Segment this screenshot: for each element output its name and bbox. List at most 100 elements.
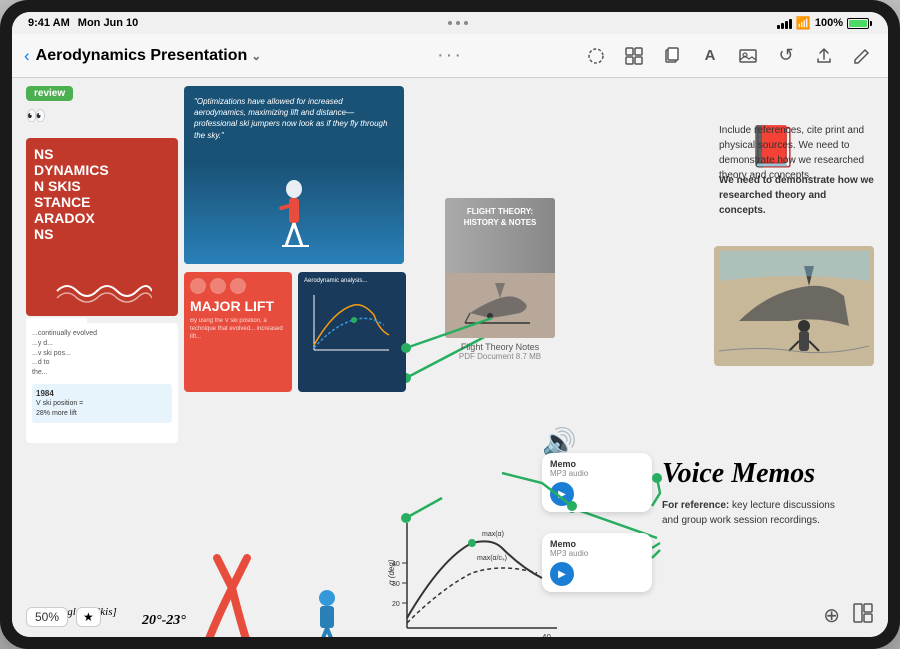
pdf-element[interactable]: FLIGHT THEORY: HISTORY & NOTES Flight bbox=[440, 198, 560, 361]
title-text: Aerodynamics Presentation bbox=[36, 47, 248, 65]
slide-n-skis: N SKIS bbox=[34, 178, 170, 194]
blue-figure-svg bbox=[297, 588, 357, 637]
slide-lower-left[interactable]: ...continually evolved...y d......v ski … bbox=[26, 323, 178, 443]
graph-description: Aerodynamic analysis... bbox=[304, 278, 400, 286]
red-bottom-content: MAJOR LIFT By using the V ski position, … bbox=[184, 272, 292, 347]
panels-icon[interactable] bbox=[852, 602, 874, 629]
skier-image bbox=[184, 164, 404, 264]
glider-image bbox=[714, 246, 874, 366]
canvas[interactable]: review 👀 NS DYNAMICS N SKIS STANCE ARADO… bbox=[12, 78, 888, 637]
lasso-icon[interactable] bbox=[582, 42, 610, 70]
slide-red-bottom[interactable]: MAJOR LIFT By using the V ski position, … bbox=[184, 272, 292, 392]
review-tag: review bbox=[26, 86, 73, 101]
blue-quote: "Optimizations have allowed for increase… bbox=[184, 86, 404, 151]
image-icon[interactable] bbox=[734, 42, 762, 70]
svg-text:20: 20 bbox=[392, 601, 400, 608]
plane-svg bbox=[460, 278, 540, 333]
bottom-toolbar: 50% ★ bbox=[26, 607, 101, 627]
toolbar: ‹ Aerodynamics Presentation ⌄ ··· bbox=[12, 34, 888, 78]
memo-item-1[interactable]: Memo MP3 audio ▶ bbox=[542, 453, 652, 512]
main-graph-svg: α (deg) 40 max(α) max(α/cₛ) 20 30 bbox=[382, 518, 562, 637]
pdf-title: FLIGHT THEORY: HISTORY & NOTES bbox=[445, 198, 555, 236]
svg-text:30: 30 bbox=[392, 581, 400, 588]
toolbar-right: A ↺ bbox=[464, 42, 876, 70]
back-button[interactable]: ‹ bbox=[24, 46, 30, 66]
graph-area: α (deg) 40 max(α) max(α/cₛ) 20 30 bbox=[382, 518, 562, 637]
slide-blue-bottom[interactable]: Aerodynamic analysis... bbox=[298, 272, 406, 392]
memo1-type: MP3 audio bbox=[550, 469, 644, 478]
toolbar-dots[interactable]: ··· bbox=[436, 42, 464, 70]
slide-blue-bottom-content: Aerodynamic analysis... bbox=[298, 272, 406, 371]
angle-value: 20°-23° bbox=[142, 613, 186, 629]
battery-fill bbox=[849, 20, 867, 27]
pdf-filename: Flight Theory Notes bbox=[461, 342, 539, 352]
battery-tip bbox=[870, 21, 872, 26]
annotation-bold-part: We need to demonstrate how we researched… bbox=[719, 173, 874, 218]
battery-body bbox=[847, 18, 869, 29]
memo1-label: Memo bbox=[550, 459, 644, 469]
slide-red-text: NS bbox=[34, 146, 170, 162]
memo1-play-button[interactable]: ▶ bbox=[550, 482, 574, 506]
graph-svg bbox=[304, 290, 394, 360]
wifi-icon: 📶 bbox=[796, 16, 811, 30]
svg-text:max(α/cₛ): max(α/cₛ) bbox=[477, 555, 507, 562]
dot2 bbox=[456, 21, 460, 25]
battery-percent: 100% bbox=[815, 17, 843, 29]
voice-memos-for-reference: For reference: bbox=[662, 500, 729, 511]
svg-text:max(α): max(α) bbox=[482, 531, 504, 538]
grid-icon[interactable] bbox=[620, 42, 648, 70]
review-emoji: 👀 bbox=[26, 106, 46, 126]
copy-icon[interactable] bbox=[658, 42, 686, 70]
lower-left-text: ...continually evolved...y d......v ski … bbox=[26, 323, 178, 429]
memo2-type: MP3 audio bbox=[550, 549, 644, 558]
pdf-filetype: PDF Document 8.7 MB bbox=[459, 352, 541, 361]
wave-icon bbox=[52, 276, 152, 306]
bar2 bbox=[781, 23, 784, 29]
voice-memos-subtitle: For reference: key lecture discussions a… bbox=[662, 498, 852, 528]
skier-svg bbox=[244, 174, 344, 254]
slide-ns: NS bbox=[34, 226, 170, 242]
ipad-frame: 9:41 AM Mon Jun 10 📶 100% bbox=[0, 0, 900, 649]
date: Mon Jun 10 bbox=[78, 17, 139, 29]
status-right: 📶 100% bbox=[777, 16, 872, 30]
status-left: 9:41 AM Mon Jun 10 bbox=[28, 17, 138, 29]
toolbar-left: ‹ Aerodynamics Presentation ⌄ bbox=[24, 46, 436, 66]
zoom-badge[interactable]: 50% bbox=[26, 607, 68, 627]
slide-paradox: ARADOX bbox=[34, 210, 170, 226]
svg-text:40: 40 bbox=[542, 633, 551, 637]
time: 9:41 AM bbox=[28, 17, 70, 29]
bar4 bbox=[789, 19, 792, 29]
slide-stance: STANCE bbox=[34, 194, 170, 210]
document-title: Aerodynamics Presentation ⌄ bbox=[36, 47, 262, 65]
dot1 bbox=[448, 21, 452, 25]
voice-memos-title: Voice Memos bbox=[662, 458, 815, 490]
undo-icon[interactable]: ↺ bbox=[772, 42, 800, 70]
share-icon[interactable] bbox=[810, 42, 838, 70]
slide-dynamics: DYNAMICS bbox=[34, 162, 170, 178]
pdf-cover: FLIGHT THEORY: HISTORY & NOTES bbox=[445, 198, 555, 338]
status-center bbox=[448, 21, 468, 25]
ski-drawing bbox=[182, 548, 292, 637]
ski-svg bbox=[182, 548, 292, 637]
svg-text:40: 40 bbox=[392, 561, 400, 568]
battery-icon bbox=[847, 18, 872, 29]
toolbar-center: ··· bbox=[436, 42, 464, 70]
blue-skier-figure bbox=[297, 588, 357, 637]
ipad-screen: 9:41 AM Mon Jun 10 📶 100% bbox=[12, 12, 888, 637]
edit-icon[interactable] bbox=[848, 42, 876, 70]
bottom-right-icons: ⊕ bbox=[823, 602, 874, 629]
memo2-label: Memo bbox=[550, 539, 644, 549]
text-icon[interactable]: A bbox=[696, 42, 724, 70]
major-lift-desc: By using the V ski position, a technique… bbox=[190, 318, 286, 341]
bar3 bbox=[785, 21, 788, 29]
major-lift-label: MAJOR LIFT bbox=[190, 298, 286, 314]
signal-icon bbox=[777, 18, 792, 29]
accessibility-icon[interactable]: ⊕ bbox=[823, 603, 840, 628]
title-chevron[interactable]: ⌄ bbox=[251, 49, 261, 63]
slide-red-left[interactable]: NS DYNAMICS N SKIS STANCE ARADOX NS bbox=[26, 138, 178, 316]
bar1 bbox=[777, 25, 780, 29]
glider-svg bbox=[719, 251, 869, 361]
slide-blue-top[interactable]: "Optimizations have allowed for increase… bbox=[184, 86, 404, 264]
dot3 bbox=[464, 21, 468, 25]
star-icon[interactable]: ★ bbox=[76, 607, 101, 627]
